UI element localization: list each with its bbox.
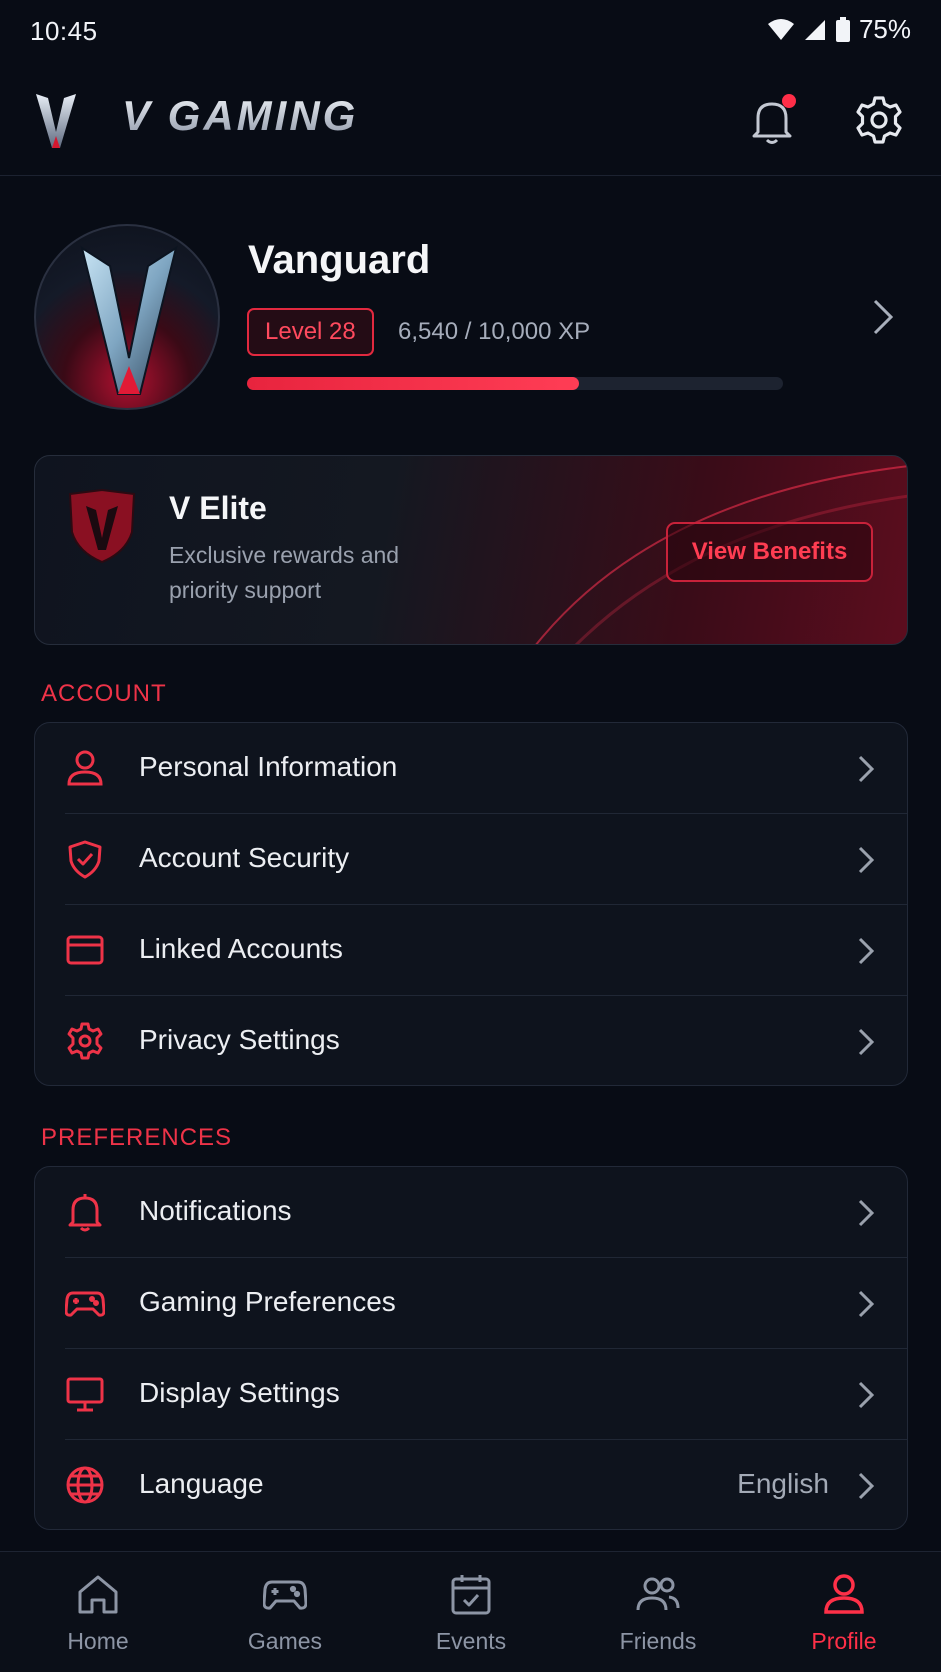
menu-item-notifications[interactable]: Notifications [35, 1167, 907, 1258]
wifi-icon [767, 18, 794, 40]
battery-icon [835, 16, 850, 42]
nav-profile[interactable]: Profile [750, 1552, 938, 1672]
monitor-icon [66, 1377, 104, 1412]
calendar-icon [451, 1575, 491, 1615]
avatar[interactable] [34, 224, 220, 410]
chevron-right-icon [858, 937, 875, 965]
nav-label: Friends [619, 1628, 697, 1654]
menu-item-label: Account Security [139, 842, 350, 873]
nav-home[interactable]: Home [4, 1552, 192, 1672]
gamepad-icon [65, 1291, 105, 1317]
elite-title: V Elite [169, 490, 267, 526]
nav-label: Home [67, 1628, 129, 1654]
person-icon [824, 1574, 864, 1614]
friends-icon [636, 1577, 680, 1611]
chevron-right-icon [858, 755, 875, 783]
status-time: 10:45 [30, 16, 98, 46]
view-benefits-button[interactable]: View Benefits [666, 522, 873, 582]
battery-percent: 75% [858, 14, 911, 44]
nav-events[interactable]: Events [377, 1552, 565, 1672]
chevron-right-icon [858, 1290, 875, 1318]
profile-name: Vanguard [248, 238, 431, 282]
menu-item-label: Display Settings [139, 1377, 340, 1408]
nav-label: Events [435, 1628, 507, 1654]
bell-icon [68, 1194, 102, 1232]
xp-progress-bar [247, 377, 783, 390]
xp-text: 6,540 / 10,000 XP [398, 318, 591, 345]
person-icon [67, 750, 103, 786]
menu-item-display-settings[interactable]: Display Settings [35, 1349, 907, 1440]
menu-item-language[interactable]: Language English [35, 1440, 907, 1529]
chevron-right-icon [858, 1381, 875, 1409]
menu-item-label: Notifications [139, 1195, 292, 1226]
menu-item-label: Gaming Preferences [139, 1286, 396, 1317]
home-icon [78, 1575, 118, 1614]
gear-icon [67, 1022, 103, 1060]
chevron-right-icon [858, 846, 875, 874]
chevron-right-icon [858, 1199, 875, 1227]
signal-icon [804, 19, 825, 40]
notification-badge [782, 94, 796, 108]
elite-description: Exclusive rewards and priority support [169, 542, 400, 603]
level-badge: Level 28 [247, 308, 374, 356]
settings-gear-icon[interactable] [853, 94, 905, 146]
credit-card-icon [66, 935, 104, 965]
nav-label: Games [247, 1628, 323, 1654]
globe-icon [66, 1466, 104, 1504]
language-value: English [737, 1468, 829, 1499]
chevron-right-icon[interactable] [872, 298, 894, 336]
preferences-section-title: PREFERENCES [41, 1124, 233, 1151]
elite-shield-icon [68, 488, 136, 564]
bottom-nav: Home Games Events Friends Profile [0, 1551, 941, 1672]
v-logo-icon [36, 94, 76, 148]
gamepad-icon [263, 1580, 307, 1610]
preferences-card: Notifications Gaming Preferences Display… [34, 1166, 908, 1530]
menu-item-label: Linked Accounts [139, 933, 343, 964]
v-emblem-icon [80, 245, 178, 395]
nav-friends[interactable]: Friends [564, 1552, 752, 1672]
menu-item-account-security[interactable]: Account Security [35, 814, 907, 905]
menu-item-label: Personal Information [139, 751, 398, 782]
account-section-title: ACCOUNT [41, 680, 167, 707]
chevron-right-icon [858, 1028, 875, 1056]
menu-item-gaming-preferences[interactable]: Gaming Preferences [35, 1258, 907, 1349]
menu-item-linked-accounts[interactable]: Linked Accounts [35, 905, 907, 996]
chevron-right-icon [858, 1472, 875, 1500]
menu-item-privacy-settings[interactable]: Privacy Settings [35, 996, 907, 1085]
menu-item-label: Language [139, 1468, 264, 1499]
shield-check-icon [68, 840, 102, 879]
account-card: Personal Information Account Security Li… [34, 722, 908, 1086]
xp-progress-fill [247, 377, 580, 390]
nav-games[interactable]: Games [191, 1552, 379, 1672]
nav-label: Profile [811, 1628, 877, 1654]
menu-item-personal-information[interactable]: Personal Information [35, 723, 907, 814]
menu-item-label: Privacy Settings [139, 1024, 340, 1055]
status-icons: 75% [767, 14, 911, 45]
brand-title: V GAMING [122, 92, 359, 139]
